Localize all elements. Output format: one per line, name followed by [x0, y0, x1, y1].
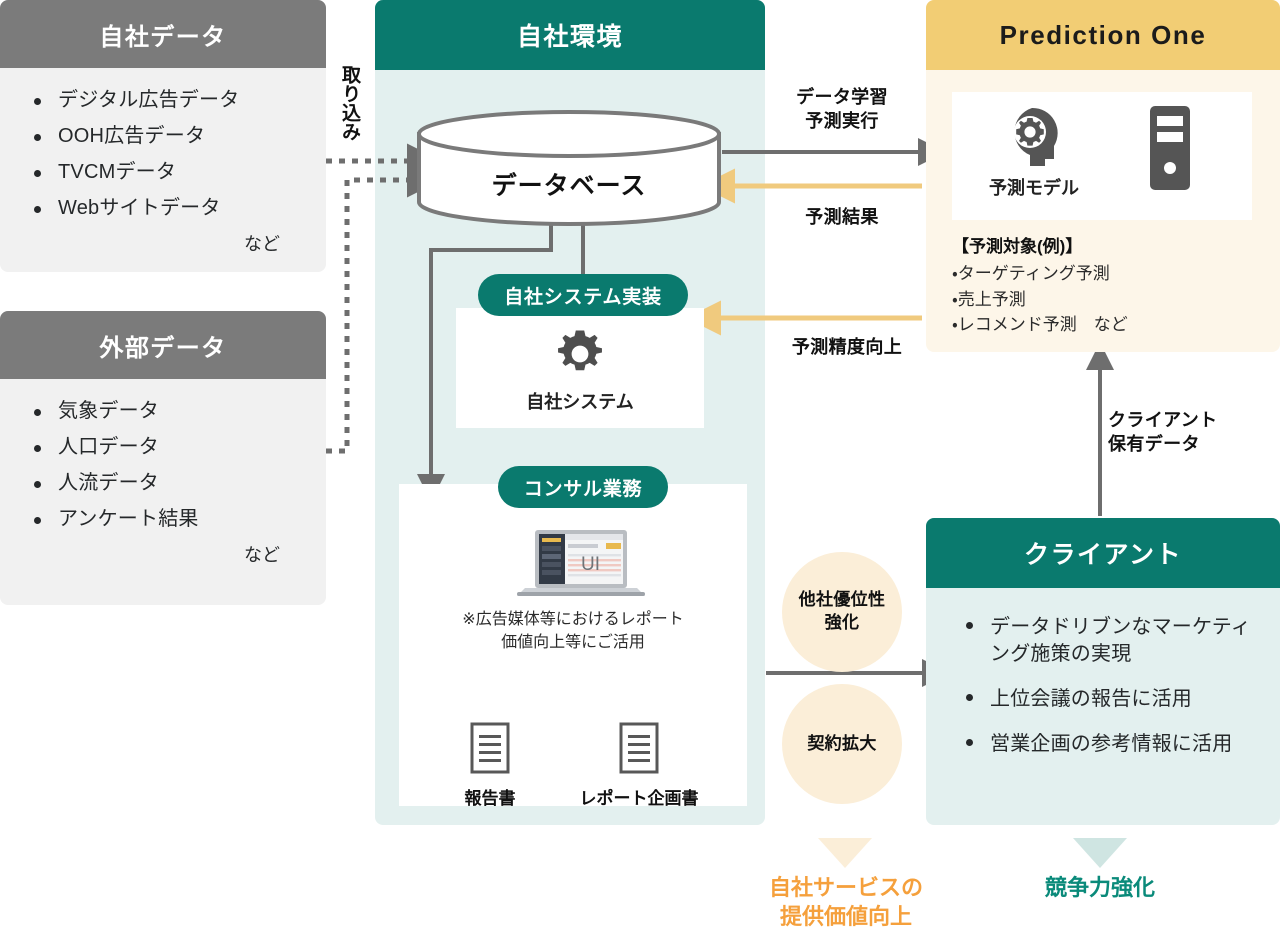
database-cylinder: データベース — [415, 110, 723, 226]
gear-icon — [556, 330, 604, 378]
list-item: 人口データ — [30, 437, 326, 457]
client-title: クライアント — [926, 518, 1280, 588]
list-item: OOH広告データ — [30, 126, 326, 146]
external-data-title: 外部データ — [0, 311, 326, 379]
client-owned-data-label: クライアント 保有データ — [1108, 408, 1268, 457]
document-left-caption: 報告書 — [464, 789, 516, 808]
prediction-model-icon — [1002, 106, 1064, 168]
own-data-title: 自社データ — [0, 0, 326, 68]
client-owned-data-line1: クライアント — [1108, 410, 1218, 430]
own-data-list: デジタル広告データ OOH広告データ TVCMデータ Webサイトデータ — [0, 68, 326, 218]
contract-expansion-circle: 契約拡大 — [782, 684, 902, 804]
consulting-pill: コンサル業務 — [498, 466, 668, 508]
external-data-panel: 外部データ 気象データ 人口データ 人流データ アンケート結果 など — [0, 311, 326, 605]
advantage-line2: 強化 — [824, 613, 860, 632]
ingest-label: 取り込み — [339, 65, 360, 141]
service-value-line1: 自社サービスの — [768, 875, 923, 900]
list-item: データドリブンなマーケティング施策の実現 — [962, 614, 1258, 668]
accuracy-improvement-label: 予測精度向上 — [791, 337, 903, 357]
data-learning-label: データ学習 予測実行 — [762, 85, 922, 134]
diagram-canvas: 自社データ デジタル広告データ OOH広告データ TVCMデータ Webサイトデ… — [0, 0, 1280, 947]
laptop-ui-icon: UI — [511, 528, 651, 598]
service-value-outcome: 自社サービスの 提供価値向上 — [728, 874, 964, 931]
client-owned-data-line2: 保有データ — [1108, 434, 1200, 455]
service-value-line2: 提供価値向上 — [779, 903, 912, 929]
list-item: 人流データ — [30, 473, 326, 493]
own-system-caption: 自社システム — [526, 392, 634, 412]
document-icon — [618, 722, 660, 774]
list-item: 気象データ — [30, 401, 326, 421]
list-item: 営業企画の参考情報に活用 — [962, 731, 1258, 758]
own-data-panel: 自社データ デジタル広告データ OOH広告データ TVCMデータ Webサイトデ… — [0, 0, 326, 272]
list-item: Webサイトデータ — [30, 198, 326, 218]
list-item: ・ターゲティング予測 — [952, 264, 1110, 283]
competitiveness-outcome: 競争力強化 — [1044, 875, 1155, 900]
own-data-etc: など — [244, 234, 280, 254]
prediction-one-title: Prediction One — [926, 0, 1280, 70]
list-item: 上位会議の報告に活用 — [962, 686, 1258, 713]
client-panel: クライアント データドリブンなマーケティング施策の実現 上位会議の報告に活用 営… — [926, 518, 1280, 825]
list-item: アンケート結果 — [30, 509, 326, 529]
consulting-note: ※広告媒体等におけるレポート 価値向上等にご活用 — [399, 608, 747, 654]
prediction-model-caption: 予測モデル — [989, 178, 1079, 198]
own-environment-title: 自社環境 — [375, 0, 765, 70]
competitive-advantage-circle: 他社優位性 強化 — [782, 552, 902, 672]
advantage-line1: 他社優位性 — [798, 590, 886, 610]
prediction-one-panel: Prediction One 予測モデル 【予測対象(例)】 ・ターゲティング予… — [926, 0, 1280, 352]
list-item: デジタル広告データ — [30, 90, 326, 110]
own-system-pill: 自社システム実装 — [478, 274, 688, 316]
list-item: ・売上予測 — [952, 289, 1026, 309]
svg-text:UI: UI — [581, 554, 600, 575]
list-item: ・レコメンド予測 など — [952, 315, 1128, 334]
prediction-result-label: 予測結果 — [805, 207, 879, 227]
database-label: データベース — [491, 172, 647, 200]
list-item: TVCMデータ — [30, 162, 326, 182]
consulting-note-line2: 価値向上等にご活用 — [501, 634, 645, 652]
document-right-caption: レポート企画書 — [579, 789, 699, 808]
external-data-etc: など — [244, 545, 280, 565]
server-icon — [1144, 104, 1196, 192]
prediction-targets-heading: 【予測対象(例)】 — [952, 237, 1083, 256]
data-learning-line1: データ学習 — [796, 87, 888, 107]
data-learning-line2: 予測実行 — [805, 111, 879, 132]
external-data-list: 気象データ 人口データ 人流データ アンケート結果 — [0, 379, 326, 529]
document-icon — [469, 722, 511, 774]
consulting-note-line1: ※広告媒体等におけるレポート — [462, 611, 684, 628]
client-list: データドリブンなマーケティング施策の実現 上位会議の報告に活用 営業企画の参考情… — [926, 588, 1280, 758]
